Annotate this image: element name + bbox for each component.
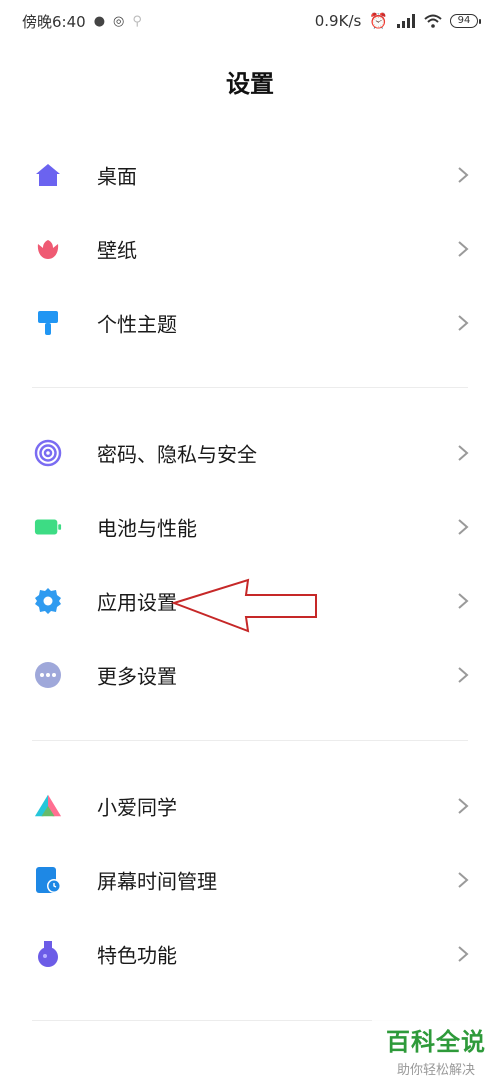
settings-item-label: 特色功能	[97, 943, 177, 968]
settings-item-privacy[interactable]: 密码、隐私与安全	[0, 416, 500, 490]
settings-item-xiaoai[interactable]: 小爱同学	[0, 769, 500, 843]
settings-item-desktop[interactable]: 桌面	[0, 138, 500, 212]
chevron-right-icon	[458, 445, 469, 461]
home-icon	[34, 161, 62, 189]
settings-item-label: 应用设置	[97, 590, 177, 615]
annotation-arrow-icon	[170, 578, 317, 633]
chevron-right-icon	[458, 667, 469, 683]
chevron-right-icon	[458, 872, 469, 888]
watermark-subtitle: 助你轻松解决	[396, 1063, 475, 1078]
settings-item-more[interactable]: 更多设置	[0, 638, 500, 712]
settings-item-screen-time[interactable]: 屏幕时间管理	[0, 843, 500, 917]
status-bar: 傍晚6:40 ● ◎ ⚲ 0.9K/s ⏰ 94	[0, 0, 500, 42]
notification-icon: ●	[93, 13, 106, 29]
section-divider	[32, 387, 468, 388]
status-time: 傍晚6:40	[22, 12, 86, 31]
fingerprint-icon	[34, 439, 62, 467]
settings-item-label: 屏幕时间管理	[97, 869, 217, 894]
chevron-right-icon	[458, 167, 469, 183]
settings-item-label: 小爱同学	[97, 795, 177, 820]
settings-item-label: 桌面	[97, 164, 137, 189]
wifi-icon	[424, 14, 442, 28]
chevron-right-icon	[458, 519, 469, 535]
settings-item-features[interactable]: 特色功能	[0, 917, 500, 991]
flask-icon	[34, 940, 62, 968]
settings-item-label: 个性主题	[97, 312, 177, 337]
page-title: 设置	[226, 70, 274, 98]
settings-item-label: 电池与性能	[97, 516, 197, 541]
gear-icon	[34, 587, 62, 615]
paintbrush-icon	[34, 309, 62, 337]
chevron-right-icon	[458, 946, 469, 962]
battery-indicator: 94	[450, 14, 481, 28]
chevron-right-icon	[458, 798, 469, 814]
settings-item-label: 更多设置	[97, 664, 177, 689]
flower-icon	[34, 235, 62, 263]
status-bar-left: 傍晚6:40 ● ◎ ⚲	[22, 11, 142, 32]
small-notification-icon: ⚲	[132, 13, 142, 29]
more-icon	[34, 661, 62, 689]
hotspot-icon: ◎	[113, 13, 125, 29]
screen-time-icon	[34, 866, 62, 894]
settings-item-battery[interactable]: 电池与性能	[0, 490, 500, 564]
xiaoai-icon	[34, 792, 62, 820]
battery-icon	[34, 513, 62, 541]
chevron-right-icon	[458, 241, 469, 257]
settings-item-label: 密码、隐私与安全	[97, 442, 257, 467]
alarm-icon: ⏰	[369, 12, 388, 30]
settings-item-themes[interactable]: 个性主题	[0, 286, 500, 360]
settings-item-label: 壁纸	[97, 238, 137, 263]
section-divider	[32, 740, 468, 741]
signal-icon	[397, 14, 415, 28]
network-speed: 0.9K/s	[314, 12, 362, 30]
watermark-title: 百科全说	[386, 1028, 486, 1056]
chevron-right-icon	[458, 315, 469, 331]
status-bar-right: 0.9K/s ⏰ 94	[314, 12, 481, 30]
chevron-right-icon	[458, 593, 469, 609]
watermark: 百科全说 助你轻松解决	[372, 1018, 500, 1084]
settings-item-wallpaper[interactable]: 壁纸	[0, 212, 500, 286]
